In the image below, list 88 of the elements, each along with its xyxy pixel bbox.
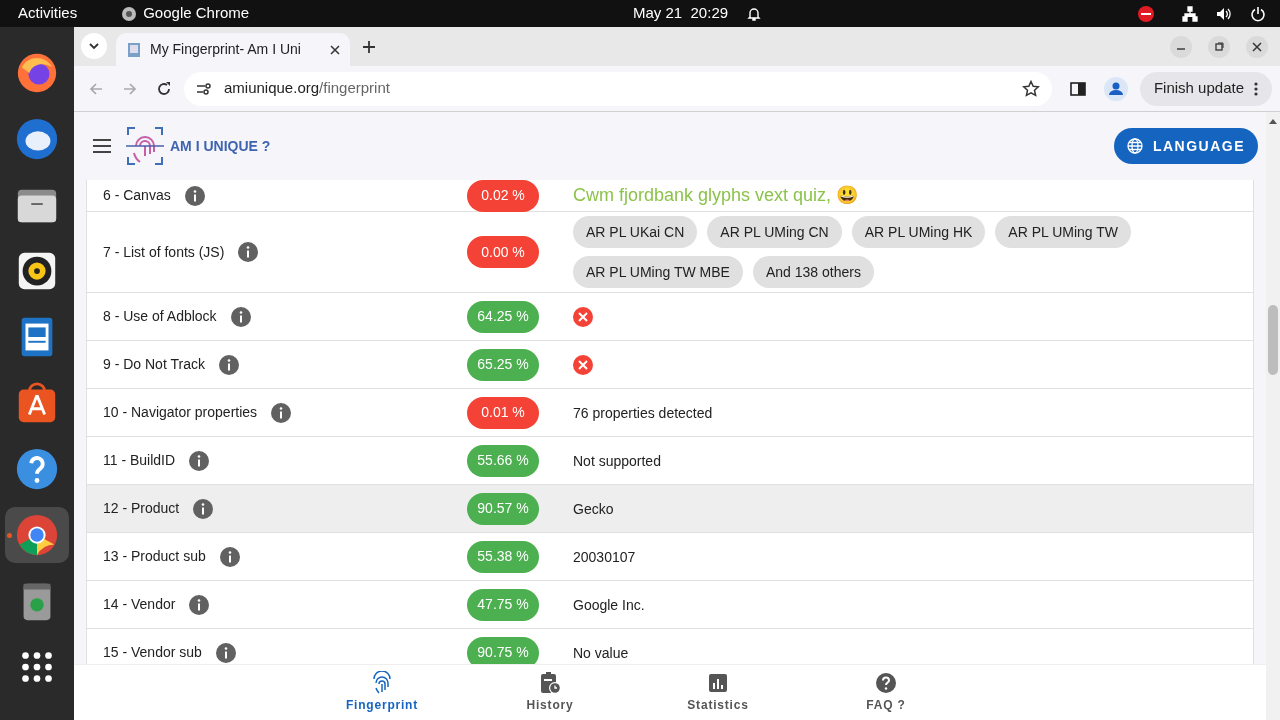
font-chip: AR PL UMing CN (707, 216, 842, 248)
app-name[interactable]: Google Chrome (143, 2, 250, 25)
info-icon[interactable] (184, 185, 205, 206)
attribute-label: 9 - Do Not Track (103, 355, 205, 374)
similarity-badge: 0.02 % (467, 180, 539, 212)
language-button[interactable]: LANGUAGE (1113, 128, 1258, 164)
similarity-badge: 55.38 % (467, 540, 539, 573)
attribute-value: 76 properties detected (573, 404, 713, 421)
attribute-label: 7 - List of fonts (JS) (103, 242, 225, 262)
bar-chart-icon (706, 671, 730, 695)
fingerprint-icon (370, 671, 394, 695)
reload-icon[interactable] (156, 80, 172, 97)
cross-icon (573, 306, 593, 327)
attribute-label: 11 - BuildID (103, 451, 176, 470)
similarity-badge: 65.25 % (467, 348, 539, 381)
clipboard-clock-icon (538, 671, 562, 695)
minimize-icon[interactable] (1170, 36, 1192, 58)
chevron-down-icon (88, 40, 100, 52)
nav-tab[interactable]: Statistics (668, 671, 768, 714)
attribute-value: Google Inc. (573, 596, 645, 613)
canvas-text: Cwm fjordbank glyphs vext quiz, 😃 (573, 185, 859, 205)
font-chip: AR PL UMing HK (851, 216, 986, 248)
attribute-label: 8 - Use of Adblock (103, 307, 217, 326)
attribute-value: 20030107 (573, 548, 636, 565)
url-text: amiunique.org/fingerprint (224, 78, 390, 99)
similarity-badge: 0.00 % (467, 236, 539, 268)
font-chip: AR PL UMing TW (995, 216, 1132, 248)
attribute-label: 12 - Product (103, 499, 180, 518)
close-icon[interactable] (330, 44, 340, 55)
power-icon[interactable] (1250, 5, 1266, 22)
close-icon[interactable] (1246, 36, 1268, 58)
fingerprint-logo-icon (126, 126, 164, 166)
update-button[interactable]: Finish update (1139, 71, 1272, 106)
address-bar[interactable]: amiunique.org/fingerprint (184, 71, 1052, 106)
info-icon[interactable] (193, 498, 214, 519)
restore-icon[interactable] (1208, 36, 1230, 58)
activities-button[interactable]: Activities (18, 2, 78, 25)
profile-icon[interactable] (1103, 76, 1128, 101)
similarity-badge: 55.66 % (467, 444, 539, 477)
font-chip: AR PL UKai CN (573, 216, 698, 248)
page-icon (126, 41, 142, 58)
network-icon[interactable] (1182, 5, 1198, 22)
info-icon[interactable] (238, 242, 259, 262)
logo-text: AM I UNIQUE ? (170, 136, 271, 156)
attribute-label: 10 - Navigator properties (103, 403, 258, 422)
info-icon[interactable] (189, 450, 210, 471)
attribute-value: Gecko (573, 500, 614, 517)
star-icon[interactable] (1021, 79, 1040, 98)
globe-icon (1126, 138, 1143, 154)
nav-tab[interactable]: History (500, 671, 600, 714)
similarity-badge: 64.25 % (467, 300, 539, 333)
help-icon[interactable] (14, 446, 60, 492)
new-tab-icon[interactable] (362, 40, 376, 54)
attribute-label: 14 - Vendor (103, 595, 176, 614)
side-panel-icon[interactable] (1069, 80, 1086, 97)
scroll-up-icon[interactable] (1269, 118, 1277, 124)
more-icon (1254, 80, 1258, 97)
attribute-value: No value (573, 644, 629, 661)
attribute-value: Not supported (573, 452, 661, 469)
bell-icon (746, 5, 763, 22)
scrollbar-thumb[interactable] (1268, 305, 1278, 375)
tab-title: My Fingerprint- Am I Uni (150, 40, 301, 59)
site-settings-icon (196, 80, 212, 97)
do-not-disturb-icon[interactable] (1138, 5, 1154, 22)
nav-tab[interactable]: FAQ ? (836, 671, 936, 714)
similarity-badge: 0.01 % (467, 396, 539, 429)
help-icon (874, 671, 898, 695)
browser-tab[interactable]: My Fingerprint- Am I Uni (116, 33, 350, 66)
browser-icon[interactable] (14, 512, 60, 558)
info-icon[interactable] (215, 642, 236, 663)
clock[interactable]: May 21 20:29 (633, 2, 729, 25)
tab-list-button[interactable] (81, 33, 107, 59)
info-icon[interactable] (218, 354, 239, 375)
info-icon[interactable] (219, 546, 240, 567)
attribute-label: 13 - Product sub (103, 547, 206, 566)
font-chip: And 138 others (752, 256, 874, 288)
menu-icon[interactable] (92, 138, 112, 154)
similarity-badge: 47.75 % (467, 588, 539, 621)
nav-tab[interactable]: Fingerprint (332, 671, 432, 714)
cross-icon (573, 354, 593, 375)
info-icon[interactable] (271, 402, 292, 423)
similarity-badge: 90.75 % (467, 636, 539, 664)
info-icon[interactable] (230, 306, 251, 327)
font-chip: AR PL UMing TW MBE (573, 256, 743, 288)
attribute-label: 15 - Vendor sub (103, 643, 202, 662)
attribute-label: 6 - Canvas (103, 186, 171, 205)
info-icon[interactable] (189, 594, 210, 615)
similarity-badge: 90.57 % (467, 492, 539, 525)
